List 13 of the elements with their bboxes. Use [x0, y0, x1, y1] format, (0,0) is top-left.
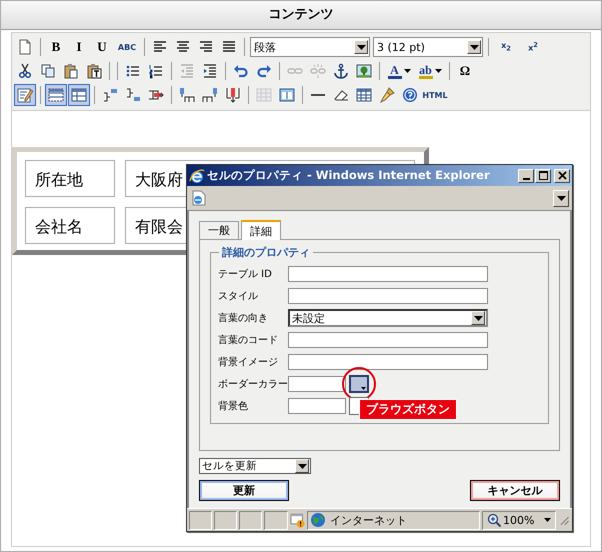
field-label: 言葉のコード [218, 334, 279, 347]
field-label: テーブル ID [218, 268, 273, 281]
table-cell: 所在地 [25, 160, 115, 197]
callout-tooltip: ブラウズボタン [359, 399, 457, 420]
security-zone: インターネット [306, 510, 480, 530]
field-label: 背景色 [218, 400, 249, 413]
field-label: 背景イメージ [218, 356, 279, 369]
table-cell: 会社名 [25, 207, 115, 244]
field-label: スタイル [218, 290, 259, 303]
field-label: ボーダーカラー [218, 378, 288, 391]
field-label: 言葉の向き [218, 312, 269, 325]
panel-title: コンテンツ [1, 1, 601, 30]
group-title: 詳細のプロパティ [219, 245, 313, 260]
